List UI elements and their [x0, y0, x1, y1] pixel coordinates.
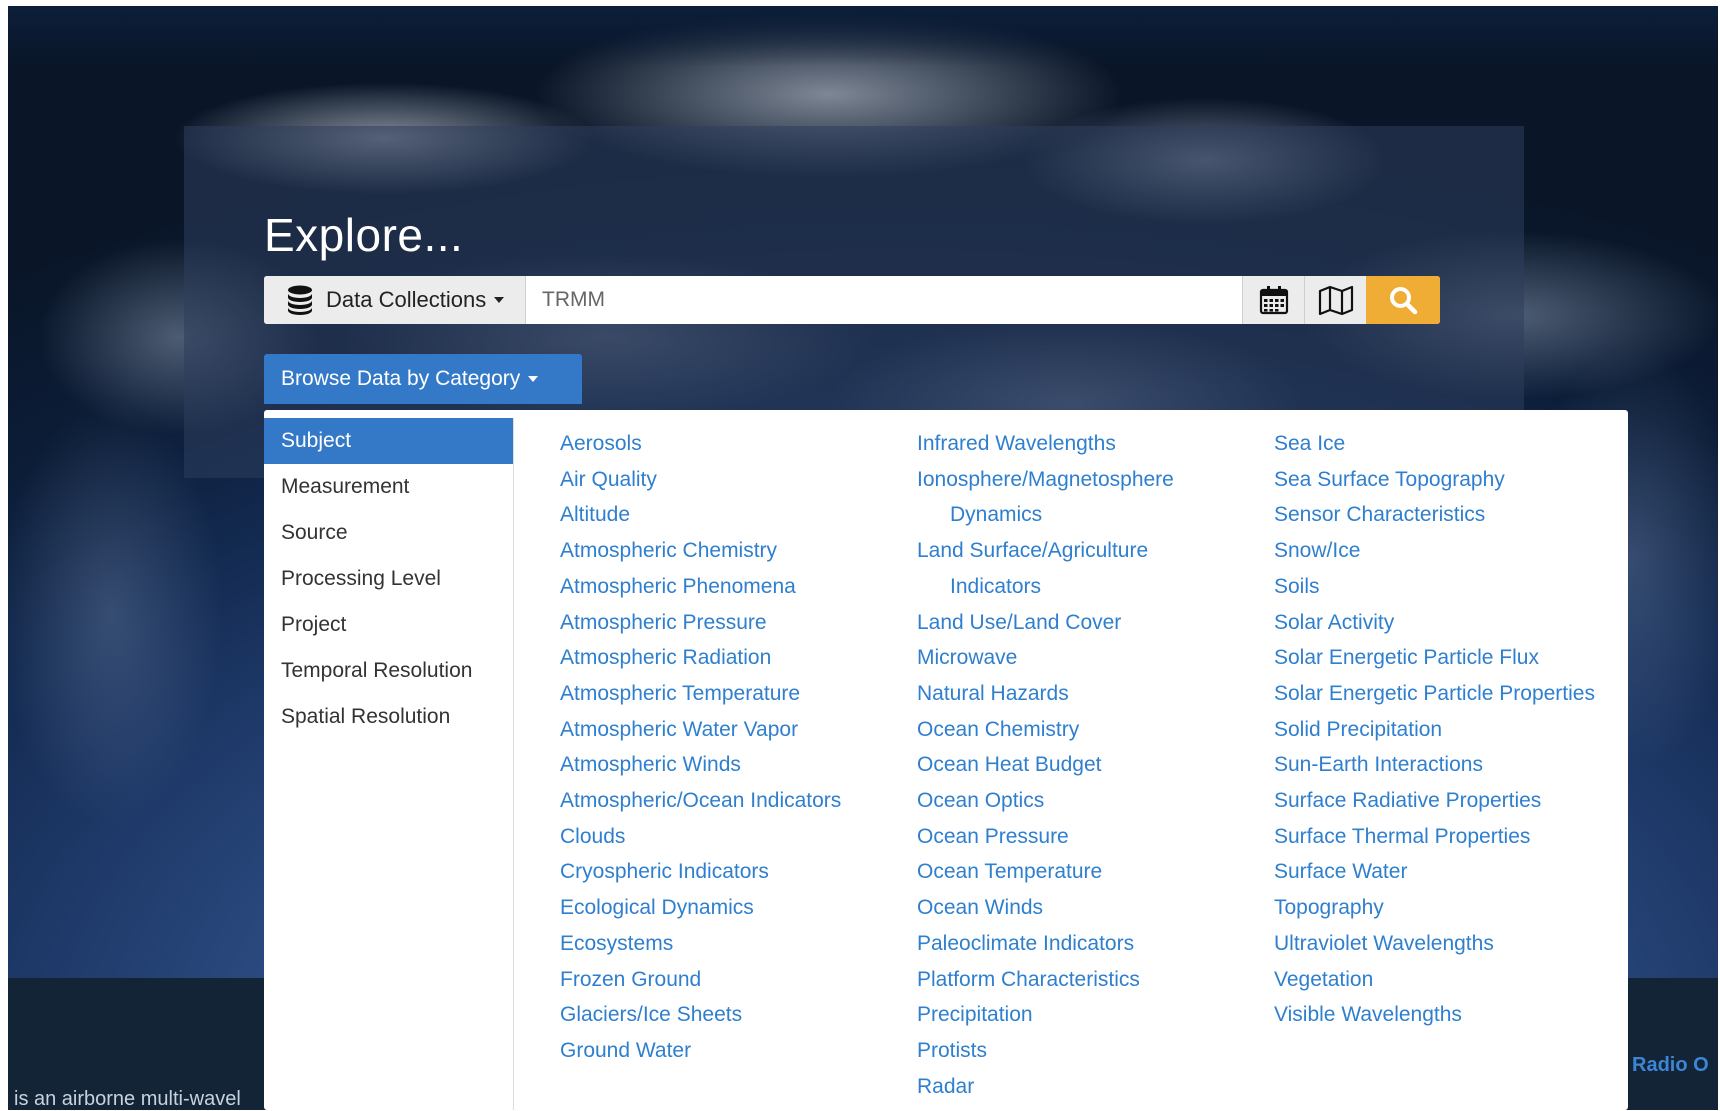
subject-link[interactable]: Sea Ice	[1274, 426, 1595, 462]
footer-description-text: is an airborne multi-wavel	[14, 1088, 241, 1110]
subject-link[interactable]: Ocean Pressure	[917, 819, 1230, 855]
map-icon	[1318, 285, 1353, 315]
subject-link[interactable]: Atmospheric Water Vapor	[560, 712, 841, 748]
subject-link[interactable]: Vegetation	[1274, 962, 1595, 998]
subject-link[interactable]: Frozen Ground	[560, 962, 841, 998]
subject-link[interactable]: Visible Wavelengths	[1274, 997, 1595, 1033]
browse-category-dropdown: Subject Measurement Source Processing Le…	[264, 410, 1628, 1110]
subject-link[interactable]: Ocean Temperature	[917, 854, 1230, 890]
subject-link[interactable]: Atmospheric Radiation	[560, 640, 841, 676]
subject-link[interactable]: Protists	[917, 1033, 1230, 1069]
subject-link[interactable]: Solar Energetic Particle Properties	[1274, 676, 1595, 712]
category-tab-temporal-resolution[interactable]: Temporal Resolution	[264, 648, 513, 694]
subject-link[interactable]: Atmospheric Temperature	[560, 676, 841, 712]
chevron-down-icon	[494, 297, 505, 303]
subject-link[interactable]: Ground Water	[560, 1033, 841, 1069]
subject-link[interactable]: Atmospheric Pressure	[560, 605, 841, 641]
chevron-down-icon	[528, 376, 539, 382]
category-tab-measurement[interactable]: Measurement	[264, 464, 513, 510]
search-button[interactable]	[1366, 276, 1440, 324]
subject-link-wrapped[interactable]: Ionosphere/Magnetosphere Dynamics	[917, 462, 1230, 533]
database-icon	[288, 285, 312, 315]
subject-link[interactable]: Solar Energetic Particle Flux	[1274, 640, 1595, 676]
subject-link[interactable]: Sun-Earth Interactions	[1274, 747, 1595, 783]
category-tab-spatial-resolution[interactable]: Spatial Resolution	[264, 694, 513, 740]
page-title: Explore...	[264, 209, 464, 261]
subject-link[interactable]: Sensor Characteristics	[1274, 497, 1595, 533]
subject-link[interactable]: Paleoclimate Indicators	[917, 926, 1230, 962]
subject-link[interactable]: Infrared Wavelengths	[917, 426, 1230, 462]
search-input[interactable]	[526, 276, 1242, 324]
spatial-filter-button[interactable]	[1304, 276, 1366, 324]
subject-link-wrapped[interactable]: Land Surface/Agriculture Indicators	[917, 533, 1220, 604]
browse-by-category-button[interactable]: Browse Data by Category	[264, 354, 582, 404]
subject-link[interactable]: Ocean Heat Budget	[917, 747, 1230, 783]
subject-link[interactable]: Atmospheric Chemistry	[560, 533, 841, 569]
subject-link[interactable]: Surface Water	[1274, 854, 1595, 890]
subject-link[interactable]: Surface Radiative Properties	[1274, 783, 1595, 819]
search-icon	[1390, 287, 1418, 315]
calendar-icon	[1259, 286, 1288, 315]
subject-link[interactable]: Solar Activity	[1274, 605, 1595, 641]
category-tab-subject[interactable]: Subject	[264, 418, 513, 464]
subject-column-1: Aerosols Air Quality Altitude Atmospheri…	[560, 426, 841, 1069]
data-collections-dropdown[interactable]: Data Collections	[264, 276, 526, 324]
subject-link-text: Land Surface/Agriculture Indicators	[917, 539, 1149, 598]
subject-link[interactable]: Precipitation	[917, 997, 1230, 1033]
category-tab-project[interactable]: Project	[264, 602, 513, 648]
browse-button-label: Browse Data by Category	[281, 367, 521, 390]
subject-link[interactable]: Ocean Optics	[917, 783, 1230, 819]
subject-link[interactable]: Glaciers/Ice Sheets	[560, 997, 841, 1033]
subject-link[interactable]: Platform Characteristics	[917, 962, 1230, 998]
subject-link[interactable]: Solid Precipitation	[1274, 712, 1595, 748]
subject-link[interactable]: Ultraviolet Wavelengths	[1274, 926, 1595, 962]
subject-link[interactable]: Altitude	[560, 497, 841, 533]
search-bar: Data Collections	[264, 276, 1440, 324]
subject-link-text: Ionosphere/Magnetosphere Dynamics	[917, 467, 1174, 527]
subject-link[interactable]: Natural Hazards	[917, 676, 1230, 712]
space-gradient	[8, 6, 1718, 66]
subject-link[interactable]: Air Quality	[560, 462, 841, 498]
subject-link[interactable]: Clouds	[560, 819, 841, 855]
subject-link[interactable]: Atmospheric/Ocean Indicators	[560, 783, 841, 819]
subject-link[interactable]: Topography	[1274, 890, 1595, 926]
data-collections-label: Data Collections	[326, 287, 487, 312]
subject-link[interactable]: Land Use/Land Cover	[917, 605, 1230, 641]
category-tab-source[interactable]: Source	[264, 510, 513, 556]
subject-link[interactable]: Sea Surface Topography	[1274, 462, 1595, 498]
subject-link[interactable]: Ocean Chemistry	[917, 712, 1230, 748]
subject-link[interactable]: Soils	[1274, 569, 1595, 605]
subject-link[interactable]: Radar	[917, 1069, 1230, 1105]
subject-link[interactable]: Atmospheric Phenomena	[560, 569, 841, 605]
category-tab-processing-level[interactable]: Processing Level	[264, 556, 513, 602]
subject-column-2: Infrared Wavelengths Ionosphere/Magnetos…	[917, 426, 1230, 1104]
subject-link[interactable]: Microwave	[917, 640, 1230, 676]
subject-link[interactable]: Ocean Winds	[917, 890, 1230, 926]
subject-link[interactable]: Aerosols	[560, 426, 841, 462]
subject-link[interactable]: Cryospheric Indicators	[560, 854, 841, 890]
footer-link-text[interactable]: Radio O	[1632, 1054, 1709, 1077]
subject-link[interactable]: Surface Thermal Properties	[1274, 819, 1595, 855]
subject-link[interactable]: Ecosystems	[560, 926, 841, 962]
subject-column-3: Sea Ice Sea Surface Topography Sensor Ch…	[1274, 426, 1595, 1033]
subject-link[interactable]: Ecological Dynamics	[560, 890, 841, 926]
subject-link[interactable]: Atmospheric Winds	[560, 747, 841, 783]
subject-link[interactable]: Snow/Ice	[1274, 533, 1595, 569]
category-tabs: Subject Measurement Source Processing Le…	[264, 418, 514, 1110]
temporal-filter-button[interactable]	[1242, 276, 1304, 324]
